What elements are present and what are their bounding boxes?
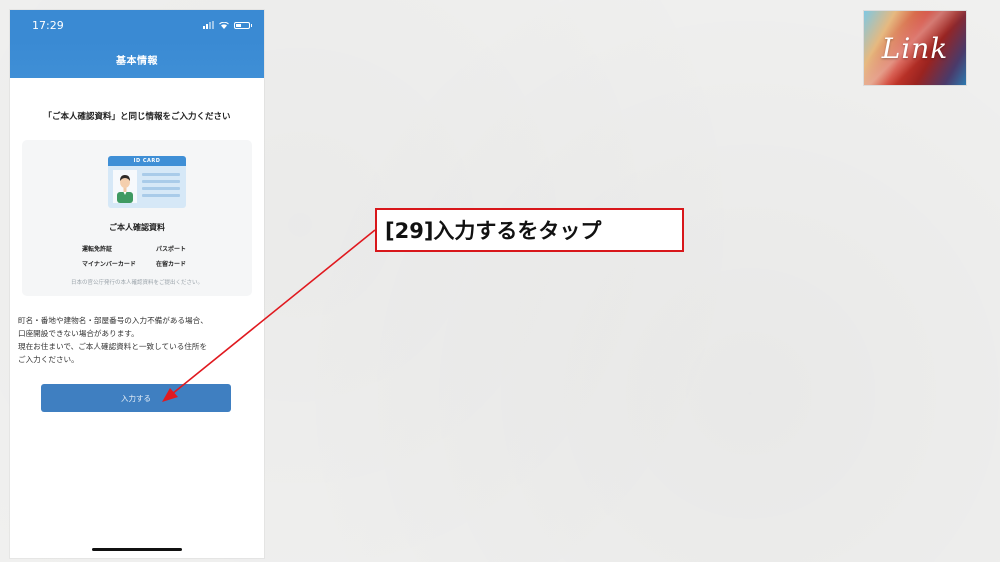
callout-arrow-icon (162, 229, 376, 402)
